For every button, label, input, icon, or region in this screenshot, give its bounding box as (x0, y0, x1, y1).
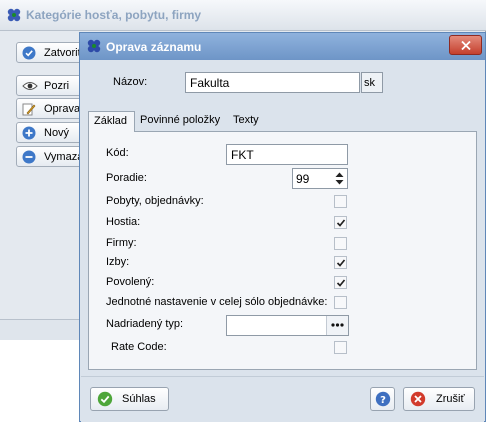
uniform-setting-label: Jednotné nastavenie v celej sólo objedná… (106, 296, 328, 308)
confirm-label: Súhlas (122, 393, 156, 405)
enabled-checkbox[interactable] (334, 276, 347, 289)
close-window-label: Zatvoriť (44, 47, 82, 59)
companies-checkbox[interactable] (334, 237, 347, 250)
stays-orders-label: Pobyty, objednávky: (106, 195, 204, 207)
code-label: Kód: (106, 147, 129, 159)
ellipsis-icon (327, 316, 348, 333)
dialog-button-bar: Súhlas ? Zrušiť (81, 376, 484, 422)
background-window-title: Kategórie hosťa, pobytu, firmy (26, 8, 202, 22)
cancel-button[interactable]: Zrušiť (403, 387, 475, 411)
guests-checkbox[interactable] (334, 216, 347, 229)
spinner-arrows-icon[interactable] (333, 170, 346, 187)
dialog-title: Oprava záznamu (106, 40, 202, 54)
check-circle-icon (97, 391, 113, 407)
cancel-label: Zrušiť (436, 393, 465, 405)
rooms-label: Izby: (106, 256, 130, 268)
eye-icon (22, 79, 38, 93)
rooms-checkbox[interactable] (334, 256, 347, 269)
name-label: Názov: (113, 76, 148, 88)
svg-text:?: ? (380, 395, 386, 406)
rate-code-label: Rate Code: (111, 341, 167, 353)
stays-orders-checkbox[interactable] (334, 195, 347, 208)
uniform-setting-checkbox[interactable] (334, 296, 347, 309)
pencil-icon (22, 102, 36, 116)
name-input[interactable]: Fakulta (185, 72, 360, 93)
rate-code-checkbox[interactable] (334, 341, 347, 354)
minus-circle-icon (22, 150, 36, 164)
background-window-titlebar: Kategórie hosťa, pobytu, firmy (0, 0, 486, 31)
app-logo-icon (6, 7, 22, 23)
code-input[interactable]: FKT (226, 144, 348, 165)
edit-record-dialog: Oprava záznamu Názov: Fakulta sk Základ … (79, 32, 486, 422)
dialog-titlebar: Oprava záznamu (80, 33, 485, 60)
language-badge[interactable]: sk (361, 72, 383, 93)
check-circle-icon (22, 46, 36, 60)
enabled-label: Povolený: (106, 276, 155, 288)
help-icon: ? (375, 391, 391, 407)
dialog-close-button[interactable] (449, 35, 482, 55)
parent-type-browse-button[interactable] (326, 316, 348, 335)
delete-label: Vymaza (44, 151, 84, 163)
app-logo-icon (86, 38, 102, 54)
view-label: Pozri (44, 80, 70, 92)
companies-label: Firmy: (106, 237, 137, 249)
order-spinner[interactable]: 99 (292, 168, 348, 189)
plus-circle-icon (22, 126, 36, 140)
tab-povinne-polozky[interactable]: Povinné položky (135, 111, 225, 131)
tab-zaklad[interactable]: Základ (88, 111, 135, 132)
parent-type-label: Nadriadený typ: (106, 318, 184, 330)
order-value: 99 (296, 172, 310, 186)
tab-texty[interactable]: Texty (228, 111, 264, 131)
tab-panel-zaklad: Kód: FKT Poradie: 99 Pobyty, objednávky:… (88, 131, 477, 370)
edit-label: Oprava (44, 103, 81, 115)
help-button[interactable]: ? (370, 387, 395, 411)
order-label: Poradie: (106, 172, 147, 184)
guests-label: Hostia: (106, 216, 141, 228)
cancel-circle-icon (410, 391, 426, 407)
confirm-button[interactable]: Súhlas (90, 387, 169, 411)
new-label: Nový (44, 127, 70, 139)
